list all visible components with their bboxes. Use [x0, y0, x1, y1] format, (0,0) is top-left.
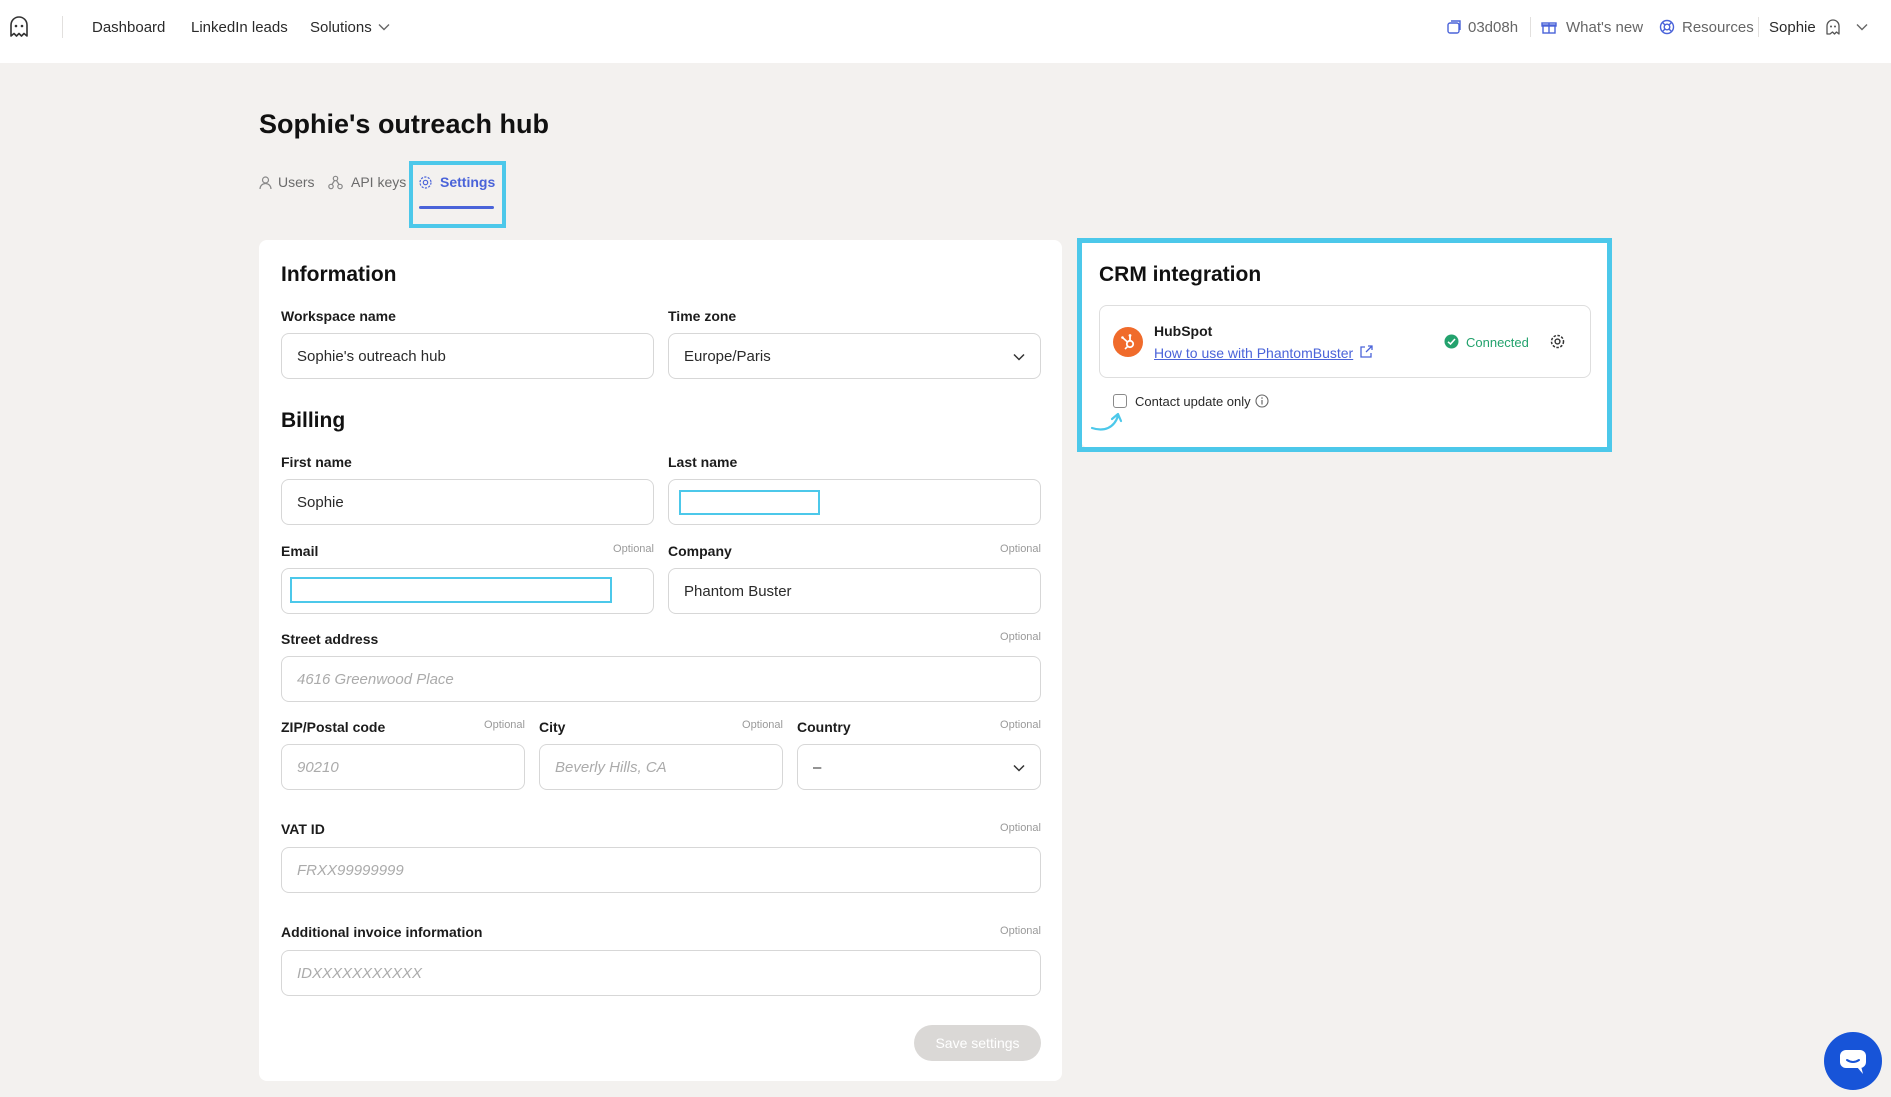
- hubspot-help-link[interactable]: How to use with PhantomBuster: [1154, 345, 1353, 361]
- zip-input[interactable]: [281, 744, 525, 790]
- billing-heading: Billing: [281, 409, 346, 432]
- page-title: Sophie's outreach hub: [259, 109, 549, 139]
- user-icon: [259, 176, 272, 190]
- workspace-name-label: Workspace name: [281, 308, 396, 324]
- credits-icon: [1447, 20, 1461, 34]
- city-input[interactable]: [539, 744, 783, 790]
- hubspot-logo-icon: [1113, 327, 1143, 357]
- info-icon[interactable]: [1255, 394, 1269, 408]
- tab-users[interactable]: Users: [278, 174, 315, 190]
- gift-icon: [1541, 22, 1557, 34]
- crm-heading: CRM integration: [1099, 263, 1262, 286]
- contact-update-checkbox[interactable]: [1113, 394, 1127, 408]
- country-label: Country: [797, 719, 851, 735]
- time-zone-select[interactable]: Europe/Paris: [668, 333, 1041, 379]
- chevron-down-icon[interactable]: [1856, 23, 1868, 31]
- vat-optional-hint: Optional: [1000, 822, 1041, 834]
- company-input[interactable]: [668, 568, 1041, 614]
- vat-id-input[interactable]: [281, 847, 1041, 893]
- zip-optional-hint: Optional: [484, 719, 525, 731]
- nav-linkedin-leads-link[interactable]: LinkedIn leads: [191, 19, 288, 36]
- country-value: –: [813, 759, 822, 776]
- country-optional-hint: Optional: [1000, 719, 1041, 731]
- street-optional-hint: Optional: [1000, 631, 1041, 643]
- zip-label: ZIP/Postal code: [281, 719, 386, 735]
- pointer-arrow-icon: [1090, 412, 1123, 431]
- nav-divider: [1530, 17, 1531, 37]
- avatar[interactable]: [1823, 17, 1843, 37]
- last-name-label: Last name: [668, 454, 738, 470]
- contact-update-label: Contact update only: [1135, 394, 1251, 409]
- settings-tab-highlight: [409, 161, 506, 228]
- street-address-label: Street address: [281, 631, 379, 647]
- company-label: Company: [668, 543, 732, 559]
- check-circle-icon: [1444, 334, 1459, 349]
- chevron-down-icon[interactable]: [378, 23, 390, 31]
- chat-bubble-icon: [1840, 1050, 1866, 1074]
- country-select[interactable]: –: [797, 744, 1041, 790]
- workspace-name-input[interactable]: [281, 333, 654, 379]
- invoice-info-label: Additional invoice information: [281, 924, 483, 940]
- support-chat-button[interactable]: [1824, 1032, 1882, 1090]
- street-address-input[interactable]: [281, 656, 1041, 702]
- lifebuoy-icon: [1659, 19, 1675, 35]
- time-zone-label: Time zone: [668, 308, 737, 324]
- email-focus-highlight: [290, 577, 612, 603]
- nav-divider: [1758, 17, 1759, 37]
- api-key-icon: [328, 175, 343, 190]
- information-heading: Information: [281, 263, 397, 286]
- nav-dashboard-link[interactable]: Dashboard: [92, 19, 165, 36]
- time-zone-value: Europe/Paris: [684, 348, 771, 365]
- resources-link[interactable]: Resources: [1682, 19, 1754, 36]
- first-name-label: First name: [281, 454, 352, 470]
- last-name-focus-highlight: [679, 490, 820, 515]
- vat-id-label: VAT ID: [281, 821, 325, 837]
- first-name-input[interactable]: [281, 479, 654, 525]
- tab-api-keys[interactable]: API keys: [351, 174, 406, 190]
- invoice-optional-hint: Optional: [1000, 925, 1041, 937]
- save-settings-button[interactable]: Save settings: [914, 1025, 1041, 1061]
- crm-provider-name: HubSpot: [1154, 323, 1213, 339]
- email-optional-hint: Optional: [613, 543, 654, 555]
- city-optional-hint: Optional: [742, 719, 783, 731]
- time-remaining-badge[interactable]: 03d08h: [1468, 19, 1518, 36]
- nav-divider: [62, 16, 63, 38]
- city-label: City: [539, 719, 566, 735]
- chevron-down-icon: [1013, 764, 1025, 772]
- gear-icon[interactable]: [1549, 333, 1566, 350]
- ghost-logo-icon[interactable]: [6, 14, 32, 40]
- top-navigation: Dashboard LinkedIn leads Solutions 03d08…: [0, 0, 1891, 63]
- chevron-down-icon: [1013, 353, 1025, 361]
- user-menu-name[interactable]: Sophie: [1769, 19, 1816, 36]
- whats-new-link[interactable]: What's new: [1566, 19, 1643, 36]
- email-label: Email: [281, 543, 319, 559]
- company-optional-hint: Optional: [1000, 543, 1041, 555]
- nav-solutions-menu[interactable]: Solutions: [310, 19, 372, 36]
- invoice-info-input[interactable]: [281, 950, 1041, 996]
- connection-status-badge: Connected: [1466, 335, 1529, 350]
- external-link-icon[interactable]: [1359, 344, 1374, 359]
